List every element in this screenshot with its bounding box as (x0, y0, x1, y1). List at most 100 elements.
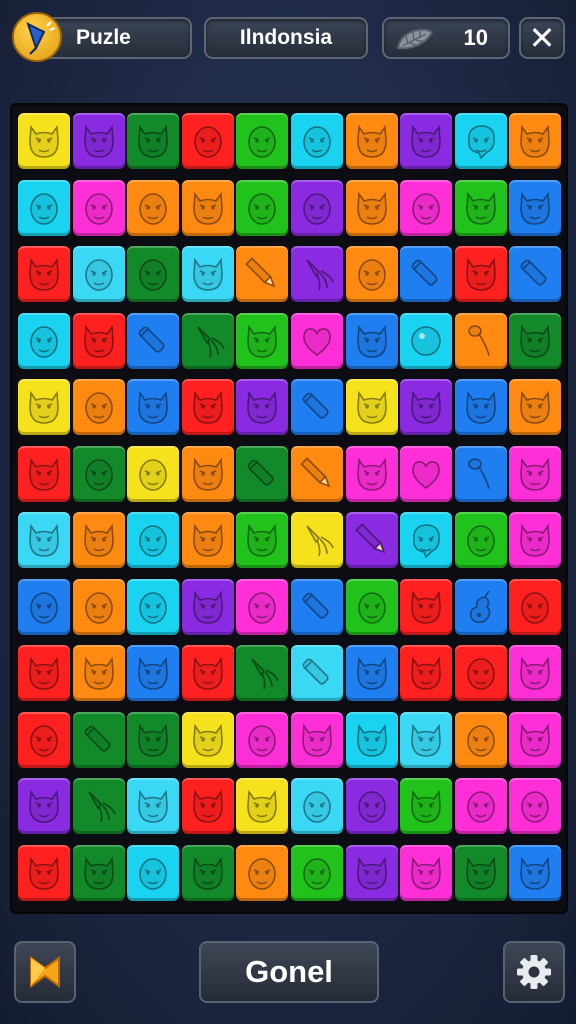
tile-cat[interactable] (509, 445, 562, 502)
tile-face[interactable] (345, 778, 398, 834)
tile-cat[interactable] (509, 512, 562, 568)
tile-face[interactable] (454, 645, 507, 701)
tile-crayon[interactable] (72, 711, 125, 768)
game-logo-icon[interactable] (12, 12, 62, 62)
close-button[interactable]: ✕ (519, 17, 565, 59)
tile-cat[interactable] (454, 246, 507, 302)
tile-face[interactable] (291, 778, 343, 834)
bookmark-button[interactable] (14, 941, 76, 1003)
tile-pencil[interactable] (345, 512, 398, 568)
tile-cat[interactable] (127, 711, 180, 768)
tile-face[interactable] (127, 844, 180, 901)
tile-cat[interactable] (181, 578, 234, 635)
tile-face[interactable] (454, 711, 507, 768)
tile-cat[interactable] (509, 844, 562, 901)
tile-blob[interactable] (454, 113, 507, 169)
tile-spoon[interactable] (454, 312, 507, 369)
tile-cat[interactable] (454, 179, 507, 236)
tile-heart[interactable] (400, 445, 453, 502)
tile-cat[interactable] (18, 379, 70, 435)
tile-crayon[interactable] (291, 379, 343, 435)
tile-spoon[interactable] (454, 445, 507, 502)
tile-cat[interactable] (181, 778, 234, 834)
tile-squid[interactable] (291, 512, 343, 568)
tile-cat[interactable] (181, 179, 234, 236)
tile-cat[interactable] (18, 778, 70, 834)
tile-face[interactable] (454, 512, 507, 568)
tile-face[interactable] (72, 578, 125, 635)
tile-face[interactable] (72, 445, 125, 502)
tile-crayon[interactable] (236, 445, 289, 502)
tile-cat[interactable] (454, 844, 507, 901)
tile-cat[interactable] (72, 844, 125, 901)
tile-cat[interactable] (18, 512, 70, 568)
tile-face[interactable] (236, 179, 289, 236)
tile-ball[interactable] (400, 312, 453, 369)
tile-cat[interactable] (400, 113, 453, 169)
tile-cat[interactable] (509, 113, 562, 169)
tile-cat[interactable] (72, 645, 125, 701)
tile-face[interactable] (127, 512, 180, 568)
tile-cat[interactable] (345, 312, 398, 369)
tile-face[interactable] (400, 179, 453, 236)
tile-cat[interactable] (18, 113, 70, 169)
tile-cat[interactable] (18, 645, 70, 701)
tile-cat[interactable] (236, 379, 289, 435)
tile-cat[interactable] (127, 645, 180, 701)
tile-squid[interactable] (72, 778, 125, 834)
tile-squid[interactable] (236, 645, 289, 701)
tile-cat[interactable] (345, 179, 398, 236)
tile-cat[interactable] (509, 711, 562, 768)
tile-cat[interactable] (181, 379, 234, 435)
tile-cat[interactable] (72, 512, 125, 568)
tile-face[interactable] (509, 578, 562, 635)
tile-crayon[interactable] (509, 246, 562, 302)
tile-blob[interactable] (400, 512, 453, 568)
main-action-button[interactable]: Gonel (199, 941, 379, 1003)
tile-cat[interactable] (345, 445, 398, 502)
tile-cat[interactable] (127, 113, 180, 169)
tile-cat[interactable] (181, 844, 234, 901)
tile-gourd[interactable] (454, 578, 507, 635)
tile-cat[interactable] (181, 645, 234, 701)
tile-cat[interactable] (509, 379, 562, 435)
tile-cat[interactable] (400, 844, 453, 901)
settings-button[interactable] (503, 941, 565, 1003)
tile-crayon[interactable] (400, 246, 453, 302)
tile-face[interactable] (291, 179, 343, 236)
tile-face[interactable] (72, 246, 125, 302)
tile-face[interactable] (72, 379, 125, 435)
tile-face[interactable] (18, 312, 70, 369)
tile-cat[interactable] (236, 312, 289, 369)
tile-crayon[interactable] (291, 578, 343, 635)
tile-heart[interactable] (291, 312, 343, 369)
tile-crayon[interactable] (127, 312, 180, 369)
tile-cat[interactable] (72, 312, 125, 369)
tile-face[interactable] (181, 113, 234, 169)
tile-cat[interactable] (345, 113, 398, 169)
tile-cat[interactable] (400, 778, 453, 834)
tile-cat[interactable] (400, 578, 453, 635)
tile-face[interactable] (345, 578, 398, 635)
tile-cat[interactable] (127, 778, 180, 834)
tile-cat[interactable] (400, 379, 453, 435)
tile-face[interactable] (18, 711, 70, 768)
tile-squid[interactable] (181, 312, 234, 369)
tile-cat[interactable] (181, 246, 234, 302)
tile-cat[interactable] (345, 711, 398, 768)
tile-cat[interactable] (345, 379, 398, 435)
tile-crayon[interactable] (291, 645, 343, 701)
tile-pencil[interactable] (291, 445, 343, 502)
tile-face[interactable] (345, 246, 398, 302)
tile-face[interactable] (127, 246, 180, 302)
tile-cat[interactable] (18, 246, 70, 302)
tile-cat[interactable] (236, 512, 289, 568)
tile-face[interactable] (291, 844, 343, 901)
region-selector[interactable]: Ilndonsia (204, 17, 368, 59)
tile-cat[interactable] (509, 179, 562, 236)
tile-cat[interactable] (291, 711, 343, 768)
tile-cat[interactable] (509, 312, 562, 369)
tile-cat[interactable] (509, 645, 562, 701)
tile-face[interactable] (18, 578, 70, 635)
tile-cat[interactable] (345, 844, 398, 901)
